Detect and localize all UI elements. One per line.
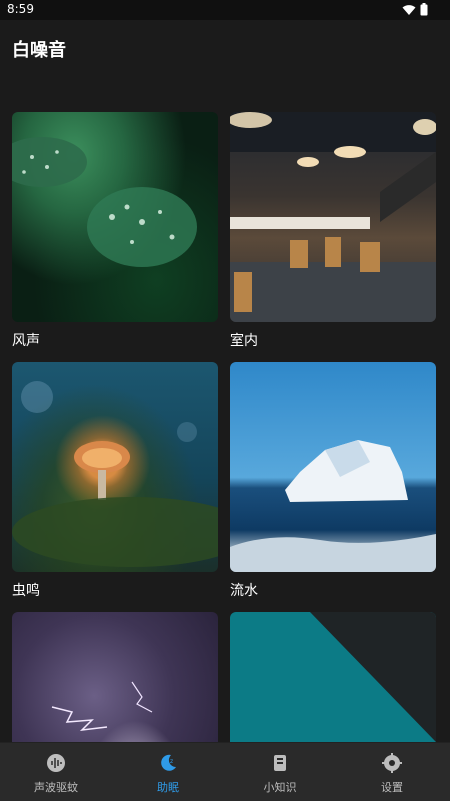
card-water[interactable]: 流水: [230, 362, 436, 599]
moon-sleep-icon: z: [161, 754, 176, 771]
card-insect[interactable]: 虫鸣: [12, 362, 218, 599]
gear-icon: [382, 753, 402, 773]
indoor-thumbnail: [230, 112, 436, 322]
wifi-icon: [402, 4, 416, 15]
card-abstract[interactable]: [230, 612, 436, 742]
status-icons: [402, 3, 428, 16]
status-time: 8:59: [7, 2, 34, 16]
nav-item-mosquito[interactable]: 声波驱蚊: [0, 743, 112, 801]
status-bar: 8:59: [0, 0, 450, 20]
card-label: 流水: [230, 583, 258, 599]
bottom-nav: 声波驱蚊 z 助眠 小知识 设置: [0, 742, 450, 801]
card-storm[interactable]: [12, 612, 218, 742]
teal-thumbnail: [230, 612, 436, 742]
book-icon: [274, 755, 286, 771]
nav-label: 小知识: [263, 781, 297, 794]
nav-item-sleep[interactable]: z 助眠: [112, 743, 224, 801]
wind-thumbnail: [12, 112, 218, 322]
battery-icon: [420, 3, 428, 16]
card-label: 虫鸣: [12, 583, 40, 599]
insect-thumbnail: [12, 362, 218, 572]
card-label: 风声: [12, 333, 40, 349]
storm-thumbnail: [12, 612, 218, 742]
nav-item-knowledge[interactable]: 小知识: [224, 743, 336, 801]
nav-label: 助眠: [157, 781, 179, 794]
nav-label: 声波驱蚊: [34, 781, 78, 794]
sound-grid: 风声 室内 虫鸣 流水: [0, 112, 450, 742]
app-bar: 白噪音: [0, 20, 450, 74]
page-title: 白噪音: [12, 40, 66, 61]
svg-text:z: z: [170, 758, 173, 765]
card-indoor[interactable]: 室内: [230, 112, 436, 349]
sound-wave-icon: [47, 754, 65, 772]
water-thumbnail: [230, 362, 436, 572]
card-wind[interactable]: 风声: [12, 112, 218, 349]
nav-label: 设置: [381, 781, 403, 794]
card-label: 室内: [230, 333, 258, 349]
nav-item-settings[interactable]: 设置: [336, 743, 448, 801]
